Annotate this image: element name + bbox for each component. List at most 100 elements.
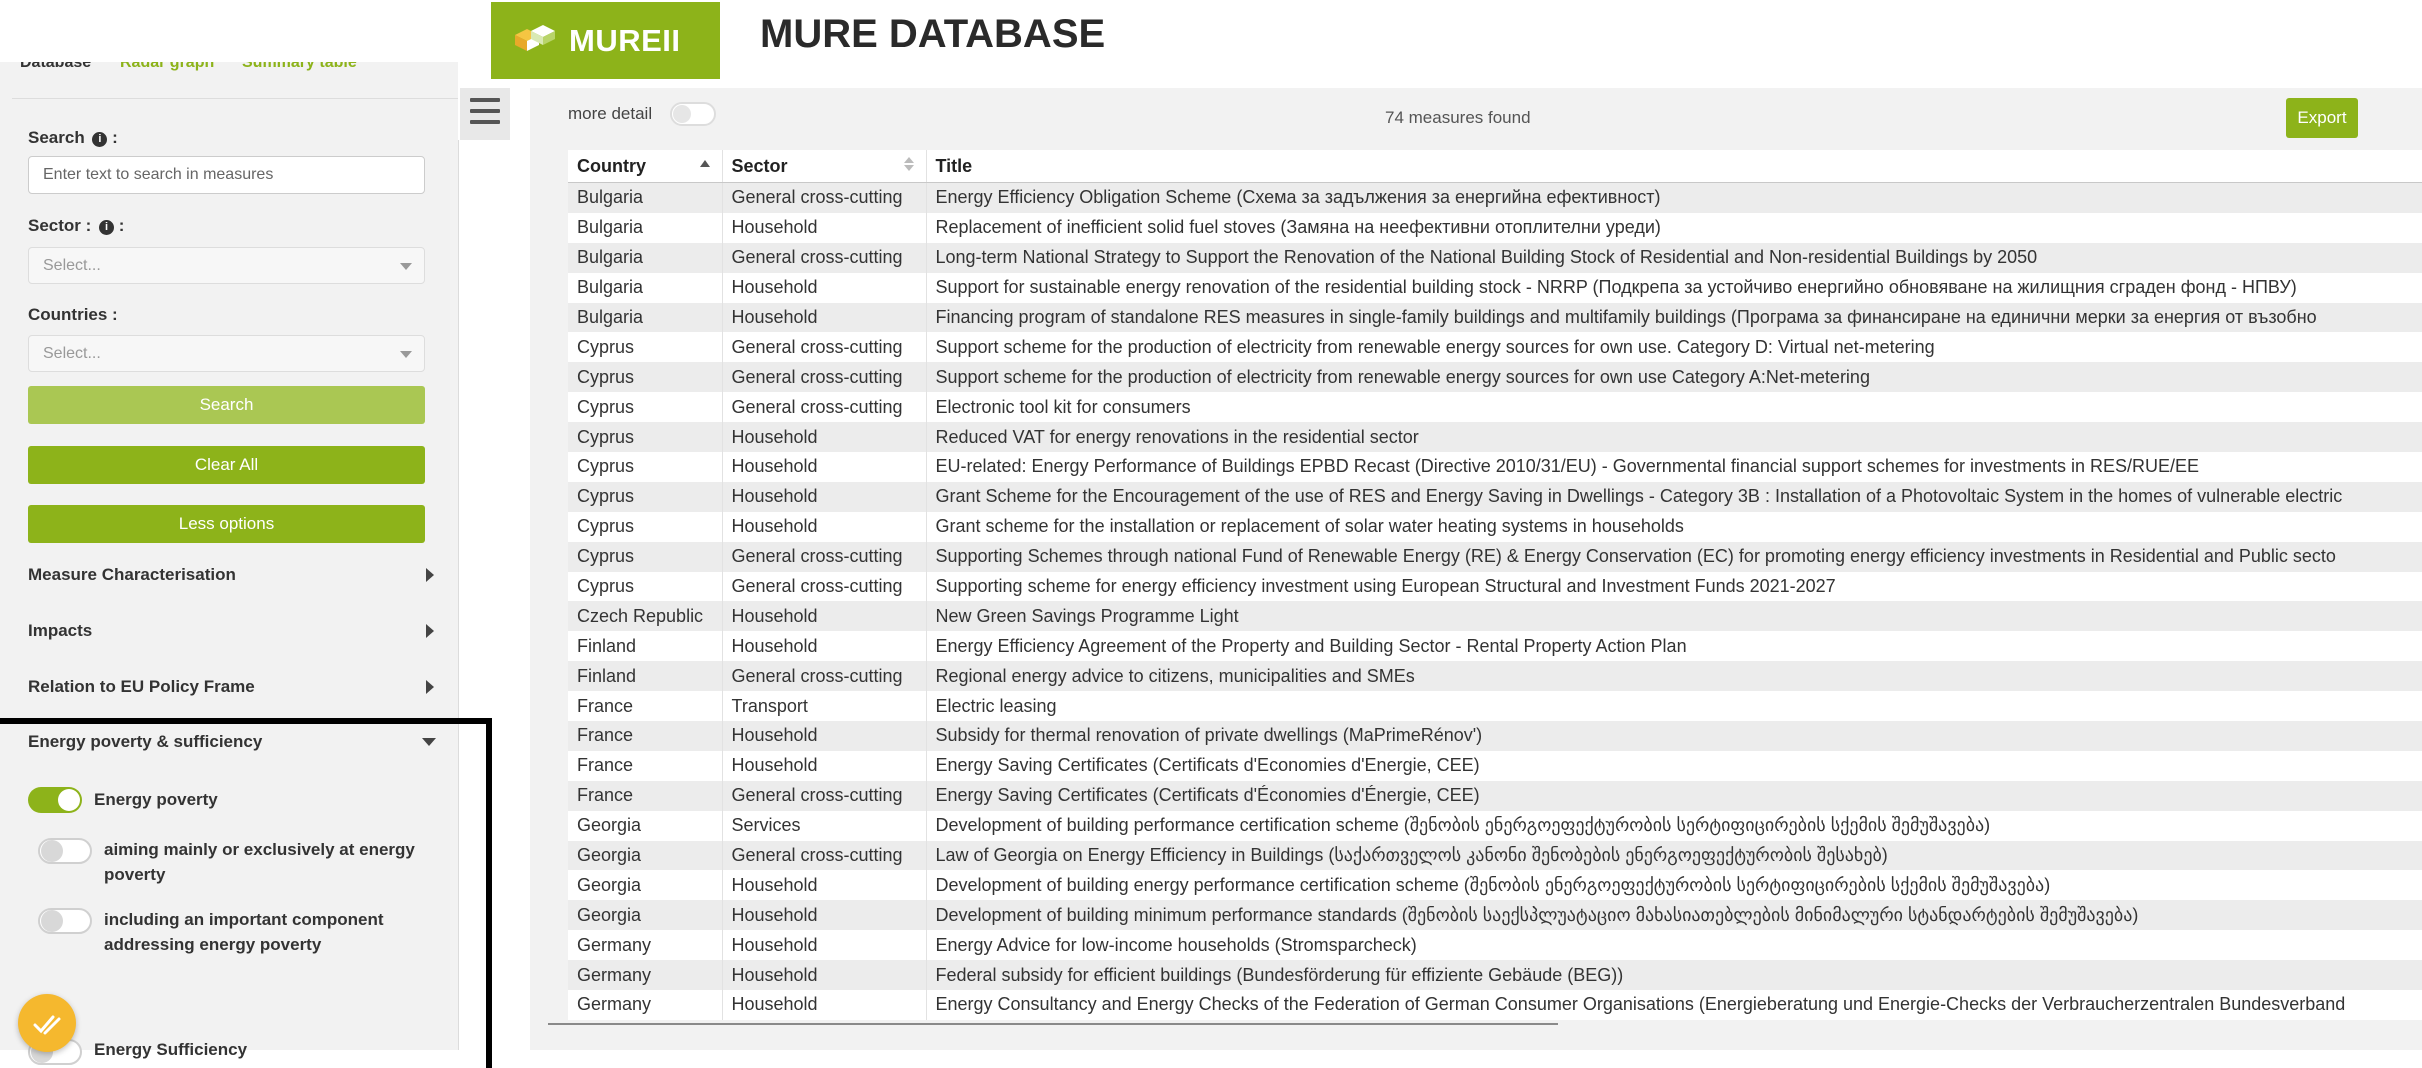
cell-sector: Household	[721, 452, 926, 482]
cell-title[interactable]: Support scheme for the production of ele…	[925, 362, 2422, 393]
section-energy-poverty-sufficiency[interactable]: Energy poverty & sufficiency	[28, 727, 436, 757]
mure-logo[interactable]: MUREII	[491, 2, 720, 79]
cell-title[interactable]: Development of building minimum performa…	[925, 900, 2422, 931]
clear-all-button[interactable]: Clear All	[28, 446, 425, 484]
cell-title[interactable]: Support for sustainable energy renovatio…	[925, 272, 2422, 303]
cell-title[interactable]: Supporting scheme for energy efficiency …	[925, 571, 2422, 602]
cell-title[interactable]: Grant Scheme for the Encouragement of th…	[925, 481, 2422, 512]
sidebar-divider	[458, 140, 459, 1050]
table-row[interactable]: Cyprus Household Grant scheme for the inst…	[568, 511, 2422, 542]
tab-database[interactable]: Database	[20, 62, 91, 76]
table-row[interactable]: Cyprus Household EU-related: Energy Perfor…	[568, 452, 2422, 482]
cell-title[interactable]: Replacement of inefficient solid fuel st…	[925, 212, 2422, 243]
section-label: Measure Characterisation	[28, 565, 236, 584]
search-button[interactable]: Search	[28, 386, 425, 424]
countries-select[interactable]: Select...	[28, 335, 425, 372]
cell-title[interactable]: Electronic tool kit for consumers	[925, 392, 2422, 423]
cell-country: Finland	[568, 631, 722, 662]
table-row[interactable]: Bulgaria General cross-cutting Long-term N…	[568, 242, 2422, 273]
table-row[interactable]: Bulgaria Household Support for sustainable…	[568, 272, 2422, 303]
table-row[interactable]: Finland Household Energy Efficiency Agreem…	[568, 631, 2422, 662]
table-row[interactable]: Germany Household Energy Consultancy and E…	[568, 990, 2422, 1020]
cell-sector: Household	[721, 302, 926, 333]
info-icon[interactable]: i	[92, 132, 108, 147]
table-row[interactable]: Cyprus Household Reduced VAT for energy re…	[568, 422, 2422, 453]
cell-sector: Household	[721, 601, 926, 632]
table-row[interactable]: Georgia Household Development of building …	[568, 900, 2422, 931]
toggle-knob	[673, 105, 691, 123]
less-options-button[interactable]: Less options	[28, 505, 425, 543]
cell-title[interactable]: Energy Saving Certificates (Certificats …	[925, 750, 2422, 781]
cell-title[interactable]: Energy Saving Certificates (Certificats …	[925, 780, 2422, 811]
table-row[interactable]: Georgia Services Development of building p…	[568, 810, 2422, 841]
tab-summary-table[interactable]: Summary table	[242, 62, 357, 76]
cell-title[interactable]: Support scheme for the production of ele…	[925, 332, 2422, 363]
cell-title[interactable]: New Green Savings Programme Light	[925, 601, 2422, 632]
energy-poverty-toggle[interactable]	[28, 787, 82, 813]
table-row[interactable]: France Household Energy Saving Certificate…	[568, 750, 2422, 781]
table-row[interactable]: Bulgaria Household Financing program of st…	[568, 302, 2422, 333]
info-icon[interactable]: i	[99, 220, 115, 235]
search-input[interactable]	[28, 156, 425, 194]
section-eu-policy-frame[interactable]: Relation to EU Policy Frame	[28, 672, 436, 702]
cell-sector: Household	[721, 511, 926, 542]
cell-title[interactable]: Development of building energy performan…	[925, 870, 2422, 901]
table-row[interactable]: France General cross-cutting Energy Saving…	[568, 780, 2422, 811]
horizontal-scrollbar[interactable]	[548, 1023, 1558, 1025]
tab-radar-graph[interactable]: Radar graph	[120, 62, 214, 76]
cell-title[interactable]: Electric leasing	[925, 691, 2422, 722]
table-row[interactable]: Cyprus General cross-cutting Electronic to…	[568, 392, 2422, 423]
table-row[interactable]: Georgia Household Development of building …	[568, 870, 2422, 901]
chevron-down-icon	[400, 263, 412, 270]
cell-country: Georgia	[568, 900, 722, 931]
table-row[interactable]: Cyprus General cross-cutting Support schem…	[568, 332, 2422, 363]
table-row[interactable]: Finland General cross-cutting Regional ene…	[568, 661, 2422, 692]
export-button[interactable]: Export	[2286, 98, 2358, 138]
menu-toggle-button[interactable]	[460, 88, 510, 140]
table-row[interactable]: Bulgaria Household Replacement of ineffici…	[568, 212, 2422, 243]
cell-title[interactable]: Grant scheme for the installation or rep…	[925, 511, 2422, 542]
cubes-logo-icon	[515, 24, 555, 51]
including-energy-poverty-toggle[interactable]	[38, 908, 92, 934]
toggle-knob	[41, 840, 63, 862]
table-row[interactable]: Germany Household Energy Advice for low-in…	[568, 930, 2422, 961]
column-header-country[interactable]: Country	[568, 150, 722, 183]
cell-title[interactable]: Long-term National Strategy to Support t…	[925, 242, 2422, 273]
cell-title[interactable]: Federal subsidy for efficient buildings …	[925, 960, 2422, 991]
table-row[interactable]: Czech Republic Household New Green Savings…	[568, 601, 2422, 632]
cell-title[interactable]: Energy Consultancy and Energy Checks of …	[925, 990, 2422, 1020]
table-row[interactable]: Georgia General cross-cutting Law of Georg…	[568, 840, 2422, 871]
aiming-energy-poverty-toggle[interactable]	[38, 838, 92, 864]
column-header-label: Country	[577, 155, 646, 176]
feedback-fab-button[interactable]	[18, 994, 76, 1052]
cell-sector: General cross-cutting	[721, 362, 926, 393]
table-row[interactable]: Cyprus General cross-cutting Supporting sc…	[568, 571, 2422, 602]
cell-title[interactable]: Energy Efficiency Agreement of the Prope…	[925, 631, 2422, 662]
table-row[interactable]: Cyprus Household Grant Scheme for the Enco…	[568, 481, 2422, 512]
table-row[interactable]: Bulgaria General cross-cutting Energy Effi…	[568, 182, 2422, 213]
cell-country: Germany	[568, 960, 722, 991]
sector-select[interactable]: Select...	[28, 247, 425, 284]
more-detail-toggle[interactable]	[670, 102, 716, 126]
table-row[interactable]: France Household Subsidy for thermal renov…	[568, 721, 2422, 751]
cell-title[interactable]: Regional energy advice to citizens, muni…	[925, 661, 2422, 692]
table-row[interactable]: Cyprus General cross-cutting Supporting Sc…	[568, 541, 2422, 572]
column-header-title[interactable]: Title	[925, 150, 2422, 183]
table-row[interactable]: Germany Household Federal subsidy for effi…	[568, 960, 2422, 991]
cell-title[interactable]: Development of building performance cert…	[925, 810, 2422, 841]
cell-title[interactable]: Subsidy for thermal renovation of privat…	[925, 721, 2422, 751]
cell-title[interactable]: Energy Advice for low-income households …	[925, 930, 2422, 961]
section-impacts[interactable]: Impacts	[28, 616, 436, 646]
cell-title[interactable]: Supporting Schemes through national Fund…	[925, 541, 2422, 572]
cell-title[interactable]: Energy Efficiency Obligation Scheme (Схе…	[925, 182, 2422, 213]
cell-title[interactable]: Financing program of standalone RES meas…	[925, 302, 2422, 333]
table-row[interactable]: Cyprus General cross-cutting Support schem…	[568, 362, 2422, 393]
table-row[interactable]: France Transport Electric leasing	[568, 691, 2422, 722]
section-measure-characterisation[interactable]: Measure Characterisation	[28, 560, 436, 590]
cell-sector: General cross-cutting	[721, 182, 926, 213]
cell-title[interactable]: EU-related: Energy Performance of Buildi…	[925, 452, 2422, 482]
column-header-sector[interactable]: Sector	[721, 150, 926, 183]
cell-title[interactable]: Reduced VAT for energy renovations in th…	[925, 422, 2422, 453]
cell-title[interactable]: Law of Georgia on Energy Efficiency in B…	[925, 840, 2422, 871]
results-panel: more detail 74 measures found Export Cou…	[530, 88, 2422, 1050]
